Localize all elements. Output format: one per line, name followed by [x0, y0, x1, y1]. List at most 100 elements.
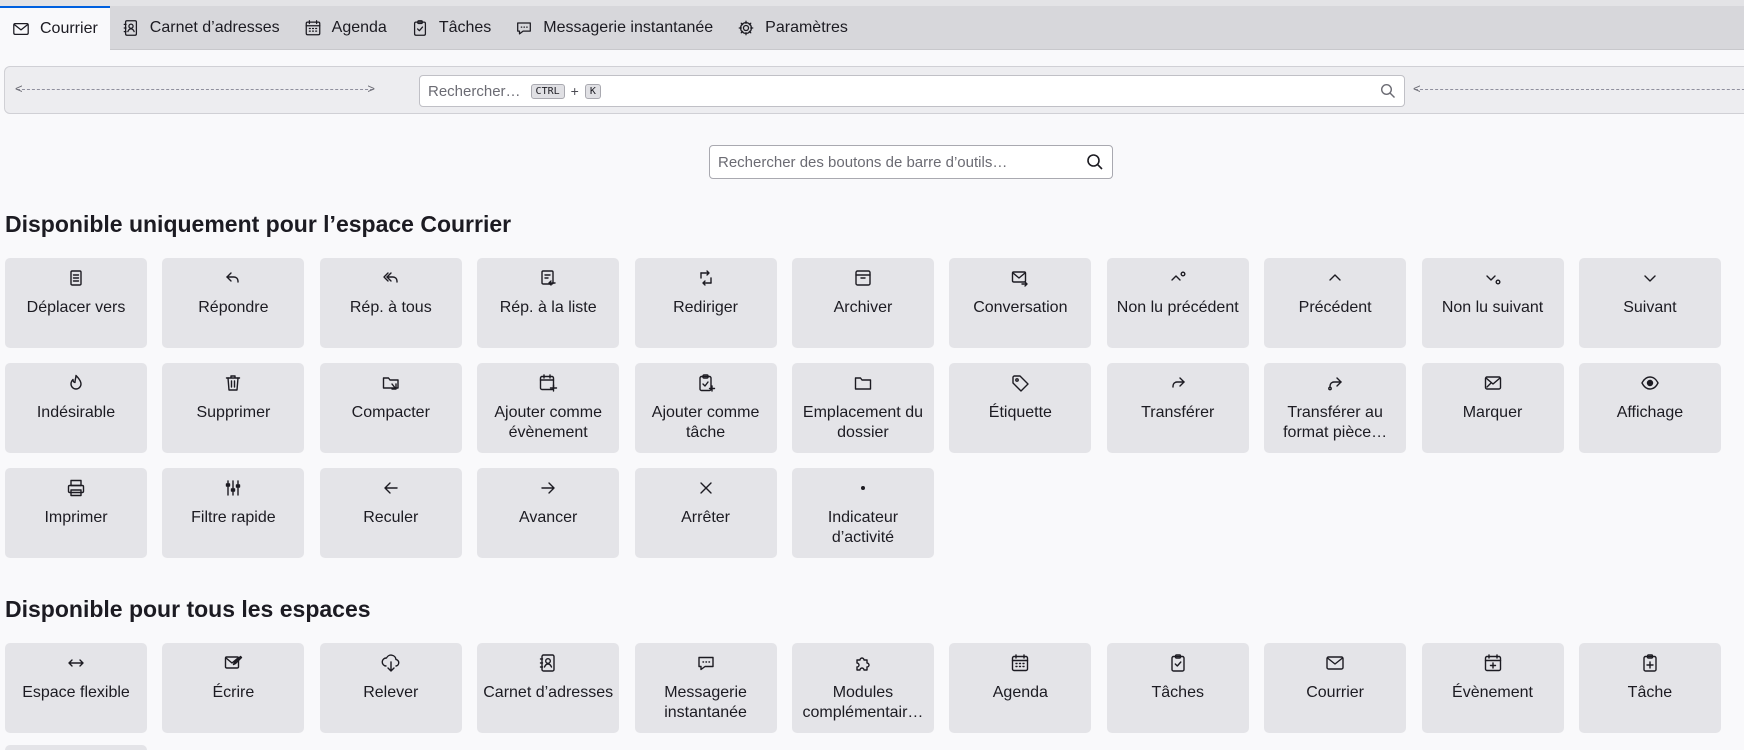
flexible-space-right[interactable]: < — [1413, 82, 1744, 96]
search-icon[interactable] — [1086, 153, 1104, 171]
toolbar-button-label: Avancer — [518, 509, 578, 526]
toolbar-button-calendar[interactable]: Agenda — [949, 643, 1092, 733]
toolbar-button-chevron-down[interactable]: Suivant — [1578, 258, 1721, 348]
tab-label: Courrier — [40, 20, 98, 37]
toolbar-button-printer[interactable]: Imprimer — [5, 468, 147, 558]
toolbar-button-move-to[interactable]: Déplacer vers — [5, 258, 147, 348]
flexible-space-icon — [68, 659, 84, 667]
calendar-icon — [1012, 654, 1029, 672]
reply-all-icon — [383, 272, 398, 283]
toolbar-button-add-event[interactable]: Ajouter comme évènement — [477, 363, 620, 453]
toolbar-button-quick-filter[interactable]: Filtre rapide — [162, 468, 305, 558]
toolbar-button-activity-dot[interactable]: Indicateur d’activité — [791, 468, 934, 558]
toolbar-button-reply-all[interactable]: Rép. à tous — [319, 258, 462, 348]
toolbar-button-puzzle[interactable]: Modules complémentair… — [791, 643, 934, 733]
toolbar-button-reply-list[interactable]: Rép. à la liste — [477, 258, 620, 348]
mark-icon — [1484, 376, 1501, 390]
mail-only-buttons-grid: Déplacer vers Répondre Rép. à tous Rép. à l… — [5, 258, 1721, 558]
toolbar-button-compose[interactable]: Écrire — [162, 643, 305, 733]
global-search-box[interactable]: Rechercher… CTRL + K — [419, 75, 1405, 107]
section-title-mail-only: Disponible uniquement pour l’espace Cour… — [5, 211, 512, 237]
toolbar-button-label: Imprimer — [44, 509, 108, 526]
tab-address-book[interactable]: Carnet d’adresses — [110, 6, 292, 50]
section-title-all-spaces: Disponible pour tous les espaces — [5, 596, 371, 622]
eye-icon — [1641, 376, 1659, 390]
toolbar-button-reply[interactable]: Répondre — [162, 258, 305, 348]
toolbar-button-chevron-up[interactable]: Précédent — [1264, 258, 1407, 348]
tab-label: Messagerie instantanée — [543, 19, 714, 36]
tasks-icon — [413, 20, 426, 36]
toolbar-button-label: Modules complémentair… — [802, 684, 924, 721]
tab-label: Tâches — [438, 19, 492, 36]
toolbar-button-redirect[interactable]: Rediriger — [634, 258, 777, 348]
tab-tasks[interactable]: Tâches — [399, 6, 503, 50]
toolbar-button-label: Déplacer vers — [26, 299, 126, 316]
arrow-left-icon — [384, 482, 398, 494]
toolbar-button-label: Évènement — [1452, 684, 1533, 701]
toolbar-button-label: Espace flexible — [22, 684, 130, 701]
toolbar-button-eye[interactable]: Affichage — [1578, 363, 1721, 453]
get-messages-icon — [381, 654, 400, 672]
toolbar-button-arrow-left[interactable]: Reculer — [319, 468, 462, 558]
toolbar-button-compact[interactable]: Compacter — [319, 363, 462, 453]
new-event-icon — [1484, 654, 1501, 672]
toolbar-button-flexible-space[interactable]: Espace flexible — [5, 643, 147, 733]
address-book-icon — [123, 20, 137, 36]
toolbar-button-label: Suivant — [1623, 299, 1677, 316]
puzzle-icon — [856, 657, 870, 671]
forward-icon — [1172, 377, 1185, 388]
toolbar-button-label: Emplacement du dossier — [802, 404, 923, 441]
toolbar-button-label: Conversation — [973, 299, 1068, 316]
toolbar-button-add-task[interactable]: Ajouter comme tâche — [634, 363, 777, 453]
toolbar-button-label: Rediriger — [673, 299, 739, 316]
toolbar-button-mark[interactable]: Marquer — [1421, 363, 1564, 453]
toolbar-button-label: Supprimer — [196, 404, 271, 421]
activity-dot-icon — [860, 486, 865, 490]
toolbar-button-search-input[interactable] — [718, 153, 1086, 171]
toolbar-button-label: Rép. à la liste — [499, 299, 597, 316]
address-book-icon — [539, 654, 555, 672]
toolbar-button-label: Affichage — [1616, 404, 1684, 421]
toolbar-button-chat[interactable]: Messagerie instantanée — [634, 643, 777, 733]
all-spaces-buttons-grid: Espace flexible Écrire Relever Carnet d’adr… — [5, 643, 1721, 733]
toolbar-button-address-book[interactable]: Carnet d’adresses — [477, 643, 620, 733]
toolbar-button-trash[interactable]: Supprimer — [162, 363, 305, 453]
toolbar-button-new-event[interactable]: Évènement — [1421, 643, 1564, 733]
archive-icon — [855, 270, 871, 286]
toolbar-button-folder[interactable]: Emplacement du dossier — [791, 363, 934, 453]
toolbar-button-new-task[interactable]: Tâche — [1578, 643, 1721, 733]
gear-icon — [738, 20, 754, 36]
spaces-tab-bar: Courrier Carnet d’adresses Agenda Tâches Mes… — [0, 6, 1744, 50]
add-event-icon — [539, 374, 558, 392]
toolbar-button-tag[interactable]: Étiquette — [949, 363, 1092, 453]
next-row-button-partial[interactable] — [5, 745, 147, 750]
shortcut-plus: + — [570, 83, 579, 99]
next-unread-icon — [1485, 275, 1501, 285]
toolbar-button-junk[interactable]: Indésirable — [5, 363, 147, 453]
toolbar-button-label: Marquer — [1462, 404, 1523, 421]
toolbar-button-archive[interactable]: Archiver — [791, 258, 934, 348]
toolbar-button-label: Rép. à tous — [349, 299, 432, 316]
flexible-space-left[interactable]: < > — [15, 82, 375, 96]
arrow-left-icon: < — [1413, 81, 1421, 96]
toolbar-button-search — [709, 145, 1113, 179]
toolbar-button-label: Transférer — [1141, 404, 1215, 421]
toolbar-button-label: Précédent — [1298, 299, 1372, 316]
toolbar-button-forward[interactable]: Transférer — [1106, 363, 1249, 453]
reply-icon — [226, 272, 240, 283]
toolbar-button-get-messages[interactable]: Relever — [319, 643, 462, 733]
toolbar-button-conversation[interactable]: Conversation — [949, 258, 1092, 348]
chat-icon — [697, 656, 714, 671]
toolbar-button-forward-attachment[interactable]: Transférer au format pièce… — [1264, 363, 1407, 453]
tab-mail[interactable]: Courrier — [0, 6, 110, 50]
tab-calendar[interactable]: Agenda — [292, 6, 399, 50]
toolbar-button-mail[interactable]: Courrier — [1264, 643, 1407, 733]
toolbar-button-previous-unread[interactable]: Non lu précédent — [1106, 258, 1249, 348]
toolbar-button-label: Indésirable — [36, 404, 116, 421]
toolbar-button-next-unread[interactable]: Non lu suivant — [1421, 258, 1564, 348]
toolbar-button-arrow-right[interactable]: Avancer — [477, 468, 620, 558]
toolbar-button-tasks[interactable]: Tâches — [1106, 643, 1249, 733]
tab-gear[interactable]: Paramètres — [725, 6, 860, 50]
toolbar-button-stop[interactable]: Arrêter — [634, 468, 777, 558]
tab-chat[interactable]: Messagerie instantanée — [503, 6, 725, 50]
